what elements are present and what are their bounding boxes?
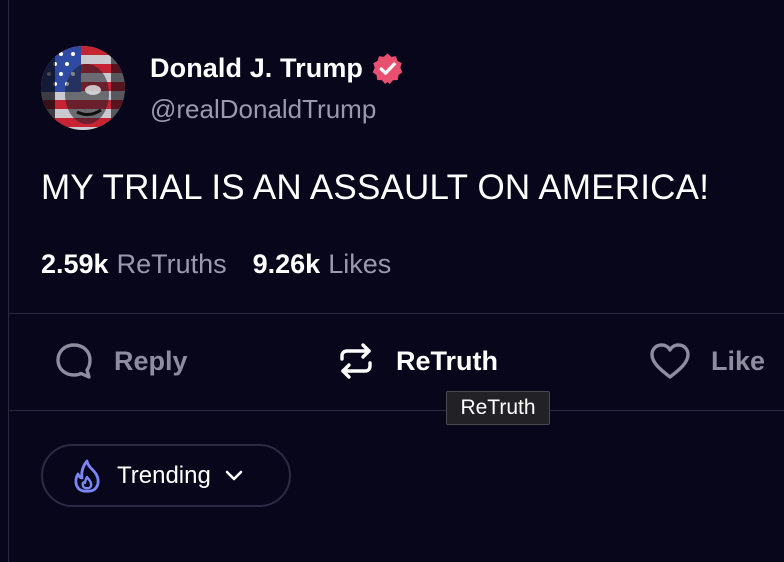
- reply-button[interactable]: Reply: [54, 341, 188, 381]
- likes-count: 9.26k: [252, 249, 321, 279]
- retruth-label: ReTruth: [396, 345, 499, 376]
- left-border: [8, 0, 9, 562]
- likes-stat[interactable]: 9.26k Likes: [253, 249, 392, 280]
- reply-icon: [56, 343, 92, 379]
- likes-label: Likes: [328, 249, 392, 279]
- divider-top: [8, 313, 784, 314]
- post-stats: 2.59k ReTruths 9.26k Likes: [41, 249, 417, 280]
- post-text: MY TRIAL IS AN ASSAULT ON AMERICA!: [41, 168, 710, 207]
- like-label: Like: [711, 345, 766, 376]
- handle[interactable]: @realDonaldTrump: [150, 94, 404, 125]
- retruths-label: ReTruths: [116, 249, 227, 279]
- heart-icon: [650, 343, 690, 379]
- retruths-stat[interactable]: 2.59k ReTruths: [41, 249, 227, 280]
- avatar[interactable]: [41, 46, 125, 130]
- trending-label: Trending: [117, 461, 211, 489]
- display-name-row: Donald J. Trump: [150, 52, 404, 85]
- reply-label: Reply: [114, 345, 188, 376]
- chevron-down-icon: [225, 470, 243, 480]
- divider-bottom: [8, 410, 784, 411]
- author-info: Donald J. Trump @realDonaldTrump: [150, 52, 404, 125]
- trending-dropdown[interactable]: Trending: [41, 444, 291, 507]
- retruth-button[interactable]: ReTruth: [336, 341, 498, 381]
- flame-icon: [74, 459, 100, 493]
- verified-badge-icon: [371, 52, 404, 85]
- retruths-count: 2.59k: [41, 249, 109, 279]
- retruth-tooltip: ReTruth: [446, 391, 550, 425]
- avatar-image: [41, 46, 125, 130]
- retruth-icon: [340, 343, 372, 379]
- display-name[interactable]: Donald J. Trump: [150, 53, 363, 84]
- like-button[interactable]: Like: [649, 341, 765, 381]
- post-header: Donald J. Trump @realDonaldTrump: [41, 46, 404, 130]
